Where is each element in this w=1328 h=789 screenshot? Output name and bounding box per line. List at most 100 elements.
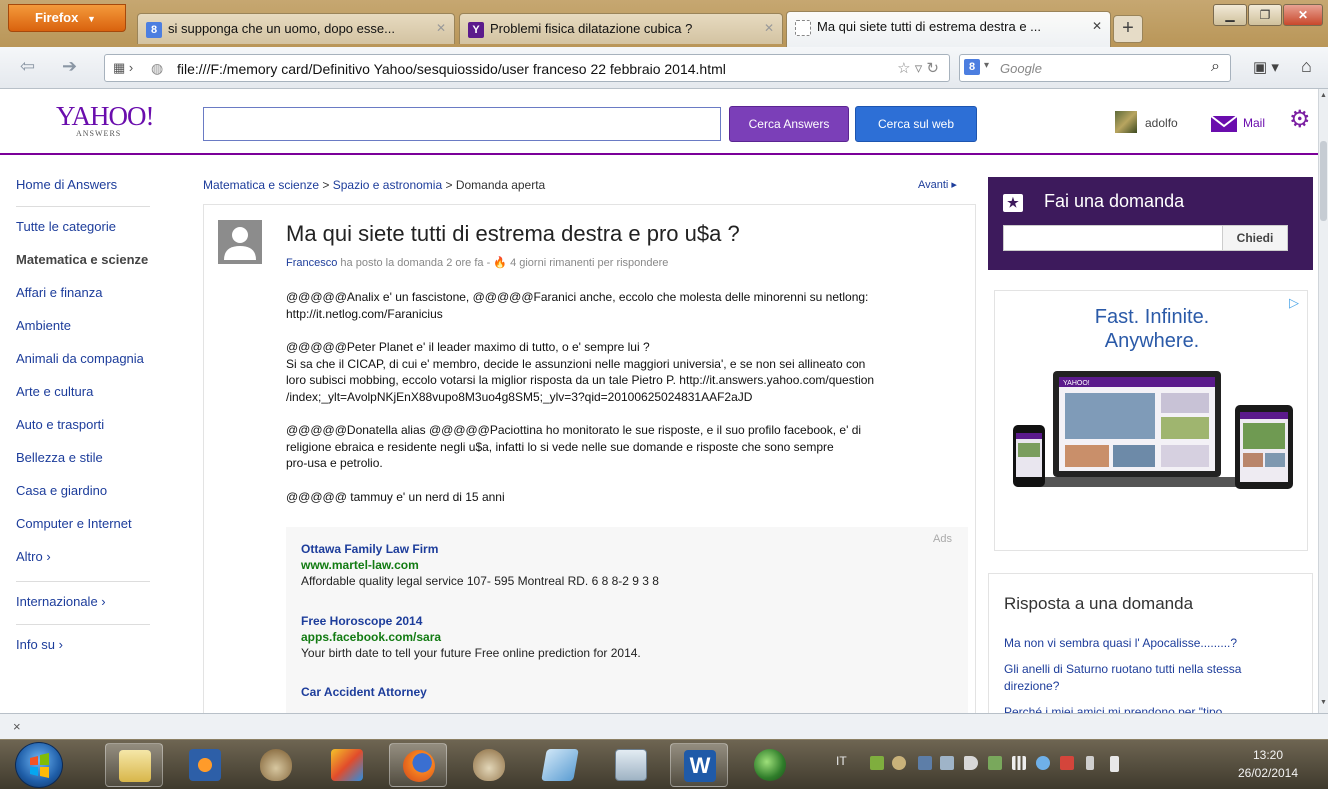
url-text[interactable]: file:///F:/memory card/Definitivo Yahoo/…	[177, 61, 726, 77]
close-window-button[interactable]: ✕	[1283, 4, 1323, 26]
page-info-icon[interactable]: ▦ ›	[113, 60, 133, 76]
ad-url[interactable]: apps.facebook.com/sara	[301, 630, 641, 645]
speaker-icon[interactable]	[964, 756, 978, 770]
avatar[interactable]	[1115, 111, 1137, 133]
tab-1[interactable]: 8 si supponga che un uomo, dopo esse... …	[137, 13, 455, 44]
breadcrumb-link[interactable]: Spazio e astronomia	[333, 178, 442, 192]
breadcrumb-separator: >	[442, 178, 456, 192]
taskbar-word[interactable]: W	[670, 743, 728, 787]
ad-title[interactable]: Free Horoscope 2014	[301, 613, 641, 630]
language-indicator[interactable]: IT	[836, 754, 847, 768]
nav-info[interactable]: Info su ›	[16, 637, 152, 670]
question-paragraph: @@@@@Analix e' un fascistone, @@@@@Faran…	[286, 290, 869, 321]
close-icon[interactable]: ×	[13, 719, 21, 734]
paint-palette-icon	[331, 749, 363, 781]
forward-icon[interactable]: ➔	[62, 56, 77, 77]
ad-item[interactable]: Free Horoscope 2014 apps.facebook.com/sa…	[301, 613, 641, 662]
scroll-down-icon[interactable]: ▼	[1320, 699, 1327, 706]
tray-onion-icon[interactable]	[892, 756, 906, 770]
tab-2[interactable]: Y Problemi fisica dilatazione cubica ? ✕	[459, 13, 783, 44]
tray-display-icon[interactable]	[940, 756, 954, 770]
system-clock[interactable]: 13:20 26/02/2014	[1224, 746, 1312, 782]
browser-tab-strip: Firefox ▼ 8 si supponga che un uomo, dop…	[0, 0, 1328, 47]
tray-volume-icon[interactable]	[1086, 756, 1094, 770]
tray-battery-icon[interactable]	[1110, 756, 1119, 772]
tab-3-active[interactable]: Ma qui siete tutti di estrema destra e .…	[786, 11, 1111, 47]
author-link[interactable]: Francesco	[286, 257, 337, 269]
nav-category-item[interactable]: Computer e Internet	[16, 516, 152, 549]
user-avatar-icon[interactable]	[218, 220, 262, 264]
taskbar-media-player[interactable]	[176, 743, 234, 787]
nav-category-item[interactable]: Auto e trasporti	[16, 417, 152, 450]
search-answers-button[interactable]: Cerca Answers	[729, 106, 849, 142]
ad-title[interactable]: Car Accident Attorney	[301, 684, 427, 701]
display-ad[interactable]: ▷ Fast. Infinite. Anywhere. YAHOO!	[994, 290, 1308, 551]
taskbar-notepad[interactable]	[531, 743, 589, 787]
next-question-link[interactable]: Avanti ▸	[918, 178, 957, 191]
taskbar-file-explorer[interactable]	[105, 743, 163, 787]
suggested-question-link[interactable]: Ma non vi sembra quasi l' Apocalisse....…	[1004, 635, 1294, 652]
search-icon[interactable]: ⌕	[1211, 58, 1220, 76]
gear-icon[interactable]: ⚙	[1289, 108, 1313, 132]
nav-category-item[interactable]: Arte e cultura	[16, 384, 152, 417]
tray-network-icon[interactable]	[1036, 756, 1050, 770]
minimize-button[interactable]: ▁	[1213, 4, 1247, 26]
ad-url[interactable]: www.martel-law.com	[301, 558, 659, 573]
username-link[interactable]: adolfo	[1145, 116, 1178, 130]
close-tab-icon[interactable]: ✕	[1092, 19, 1102, 33]
yahoo-answers-logo[interactable]: YAHOO! ANSWERS	[56, 103, 154, 139]
ad-item[interactable]: Ottawa Family Law Firm www.martel-law.co…	[301, 541, 659, 590]
nav-category-item[interactable]: Affari e finanza	[16, 285, 152, 318]
globe-icon: ◍	[151, 60, 164, 76]
search-engine-icon[interactable]: 8	[964, 59, 980, 75]
suggested-question-link[interactable]: Gli anelli di Saturno ruotano tutti nell…	[1004, 661, 1294, 695]
taskbar-firefox[interactable]	[389, 743, 447, 787]
tray-update-icon[interactable]	[988, 756, 1002, 770]
navigation-toolbar: ⇦ ➔ ▦ › ◍ file:///F:/memory card/Definit…	[0, 47, 1328, 89]
home-icon[interactable]: ⌂	[1301, 56, 1312, 77]
taskbar-calculator[interactable]	[602, 743, 660, 787]
close-tab-icon[interactable]: ✕	[436, 21, 446, 35]
answers-search-input[interactable]	[203, 107, 721, 141]
close-tab-icon[interactable]: ✕	[764, 21, 774, 35]
bookmarks-menu-icon[interactable]: ▣ ▾	[1253, 58, 1279, 76]
ask-question-input[interactable]	[1003, 225, 1229, 251]
taskbar-globe-app[interactable]	[741, 743, 799, 787]
taskbar-tor-browser-2[interactable]	[460, 743, 518, 787]
new-tab-button[interactable]: +	[1113, 15, 1143, 43]
bookmark-star-icon[interactable]: ☆ ▿ ↻	[897, 59, 939, 77]
question-paragraph: @@@@@Peter Planet e' il leader maximo di…	[286, 340, 875, 404]
maximize-button[interactable]: ❐	[1248, 4, 1282, 26]
ask-button[interactable]: Chiedi	[1222, 225, 1288, 251]
url-bar[interactable]: ▦ › ◍ file:///F:/memory card/Definitivo …	[104, 54, 950, 82]
chevron-down-icon[interactable]: ▾	[984, 60, 989, 71]
back-icon[interactable]: ⇦	[20, 56, 35, 77]
signal-strength-icon[interactable]	[1012, 756, 1026, 770]
ask-star-icon: ★	[1003, 194, 1023, 212]
firefox-menu-button[interactable]: Firefox ▼	[8, 4, 126, 32]
scrollbar-thumb[interactable]	[1320, 141, 1327, 221]
search-web-button[interactable]: Cerca sul web	[855, 106, 977, 142]
mail-icon[interactable]	[1210, 115, 1238, 133]
taskbar-tor-browser[interactable]	[247, 743, 305, 787]
nav-all-categories[interactable]: Tutte le categorie	[16, 219, 152, 252]
nav-category-item[interactable]: Ambiente	[16, 318, 152, 351]
action-center-flag-icon[interactable]	[1060, 756, 1074, 770]
tray-network-app-icon[interactable]	[870, 756, 884, 770]
breadcrumb-link[interactable]: Matematica e scienze	[203, 178, 319, 192]
nav-category-item[interactable]: Animali da compagnia	[16, 351, 152, 384]
suggested-question-link[interactable]: Perché i miei amici mi prendono per "tip…	[1004, 704, 1294, 713]
ad-title[interactable]: Ottawa Family Law Firm	[301, 541, 659, 558]
nav-category-item[interactable]: Casa e giardino	[16, 483, 152, 516]
system-tray	[870, 756, 1200, 774]
start-button[interactable]	[15, 742, 63, 788]
ad-item[interactable]: Car Accident Attorney	[301, 684, 427, 701]
tray-monitor-icon[interactable]	[918, 756, 932, 770]
scroll-up-icon[interactable]: ▲	[1320, 92, 1327, 99]
tab-2-title: Problemi fisica dilatazione cubica ?	[490, 21, 693, 36]
mail-link[interactable]: Mail	[1243, 116, 1265, 130]
browser-search-bar[interactable]: 8 ▾ Google ⌕	[959, 54, 1231, 82]
nav-category-item[interactable]: Bellezza e stile	[16, 450, 152, 483]
taskbar-paint-app[interactable]	[318, 743, 376, 787]
vertical-scrollbar[interactable]: ▲ ▼	[1318, 89, 1328, 713]
